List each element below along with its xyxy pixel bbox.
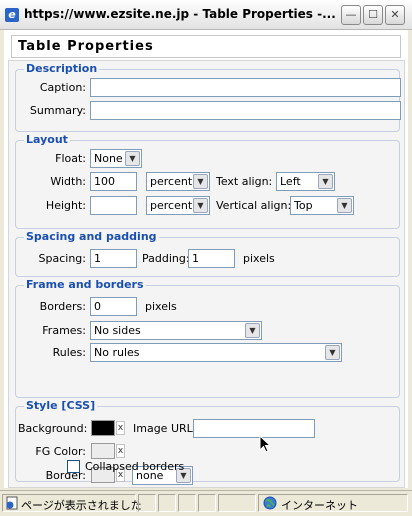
style-legend: Style [CSS] [24, 399, 98, 412]
image-url-label: Image URL: [133, 422, 197, 435]
minimize-icon[interactable]: — [341, 5, 361, 25]
frame-legend: Frame and borders [24, 278, 146, 291]
chevron-down-icon[interactable]: ▼ [193, 174, 208, 189]
frames-select-value: No sides [94, 324, 141, 337]
width-input[interactable]: 100 [90, 172, 137, 191]
rules-label: Rules: [52, 346, 86, 359]
status-page-icon [6, 496, 18, 510]
width-unit-value: percent [150, 175, 193, 188]
width-label: Width: [50, 175, 86, 188]
status-cell-4 [198, 494, 216, 512]
dialog-content: Description Caption: Summary: Layout Flo… [8, 60, 405, 488]
page-title: Table Properties [18, 39, 154, 54]
padding-label: Padding: [142, 252, 190, 265]
status-text: ページが表示されました [21, 499, 142, 512]
spacing-unit-label: pixels [243, 252, 275, 265]
description-fieldset: Description Caption: Summary: [15, 62, 401, 132]
height-label: Height: [45, 199, 86, 212]
vertical-align-value: Top [294, 199, 313, 212]
vertical-align-select[interactable]: Top ▼ [290, 196, 354, 215]
text-align-value: Left [280, 175, 301, 188]
ie-page-icon: e [5, 8, 19, 22]
height-unit-value: percent [150, 199, 193, 212]
chevron-down-icon[interactable]: ▼ [337, 198, 352, 213]
frame-fieldset: Frame and borders Borders: 0 pixels Fram… [15, 278, 400, 398]
close-icon[interactable]: ✕ [385, 5, 405, 25]
collapsed-borders-label: Collapsed borders [85, 460, 185, 473]
spacing-legend: Spacing and padding [24, 230, 159, 243]
chevron-down-icon[interactable]: ▼ [193, 198, 208, 213]
rules-select-value: No rules [94, 346, 140, 359]
float-select[interactable]: None ▼ [90, 149, 142, 168]
fg-color-clear-button[interactable]: x [116, 444, 125, 458]
mouse-cursor-icon [259, 435, 271, 453]
spacing-input[interactable]: 1 [90, 249, 137, 268]
width-unit-select[interactable]: percent ▼ [146, 172, 210, 191]
chevron-down-icon[interactable]: ▼ [245, 323, 260, 338]
collapsed-borders-checkbox[interactable] [67, 460, 80, 473]
status-text-cell: ページが表示されました [2, 494, 142, 512]
fg-color-label: FG Color: [35, 445, 86, 458]
window-title-bar[interactable]: e https://www.ezsite.ne.jp - Table Prope… [0, 0, 412, 30]
background-clear-button[interactable]: x [116, 421, 125, 435]
borders-label: Borders: [39, 300, 86, 313]
float-select-value: None [94, 152, 123, 165]
chevron-down-icon[interactable]: ▼ [318, 174, 333, 189]
fg-color-swatch[interactable] [91, 443, 115, 459]
frames-label: Frames: [42, 324, 86, 337]
background-label: Background: [18, 422, 88, 435]
dialog-page: Table Properties Description Caption: Su… [4, 30, 408, 488]
text-align-select[interactable]: Left ▼ [276, 172, 335, 191]
chevron-down-icon[interactable]: ▼ [125, 151, 140, 166]
vertical-align-label: Vertical align: [216, 199, 292, 212]
status-zone-cell: インターネット [258, 494, 408, 512]
status-cell-5 [218, 494, 256, 512]
maximize-icon[interactable]: ☐ [363, 5, 383, 25]
zone-text: インターネット [281, 499, 358, 512]
height-input[interactable] [90, 196, 137, 215]
borders-input[interactable]: 0 [90, 297, 137, 316]
frames-select[interactable]: No sides ▼ [90, 321, 262, 340]
float-label: Float: [55, 152, 86, 165]
borders-unit-label: pixels [145, 300, 177, 313]
status-cell-3 [178, 494, 196, 512]
chevron-down-icon[interactable]: ▼ [325, 345, 340, 360]
padding-input[interactable]: 1 [188, 249, 235, 268]
globe-icon [263, 496, 277, 510]
rules-select[interactable]: No rules ▼ [90, 343, 342, 362]
description-legend: Description [24, 62, 100, 75]
text-align-label: Text align: [216, 175, 273, 188]
layout-legend: Layout [24, 133, 70, 146]
status-cell-1 [138, 494, 156, 512]
spacing-label: Spacing: [38, 252, 86, 265]
caption-label: Caption: [39, 81, 86, 94]
height-unit-select[interactable]: percent ▼ [146, 196, 210, 215]
background-color-swatch[interactable] [91, 420, 115, 436]
summary-input[interactable] [90, 101, 401, 120]
image-url-input[interactable] [193, 419, 315, 438]
layout-fieldset: Layout Float: None ▼ Width: 100 percent … [15, 133, 400, 229]
status-bar: ページが表示されました インターネット [0, 490, 412, 516]
spacing-fieldset: Spacing and padding Spacing: 1 Padding: … [15, 230, 400, 277]
caption-input[interactable] [90, 78, 401, 97]
window-title: https://www.ezsite.ne.jp - Table Propert… [24, 7, 336, 21]
status-cell-2 [158, 494, 176, 512]
summary-label: Summary: [29, 104, 86, 117]
dialog-header: Table Properties [11, 35, 401, 58]
